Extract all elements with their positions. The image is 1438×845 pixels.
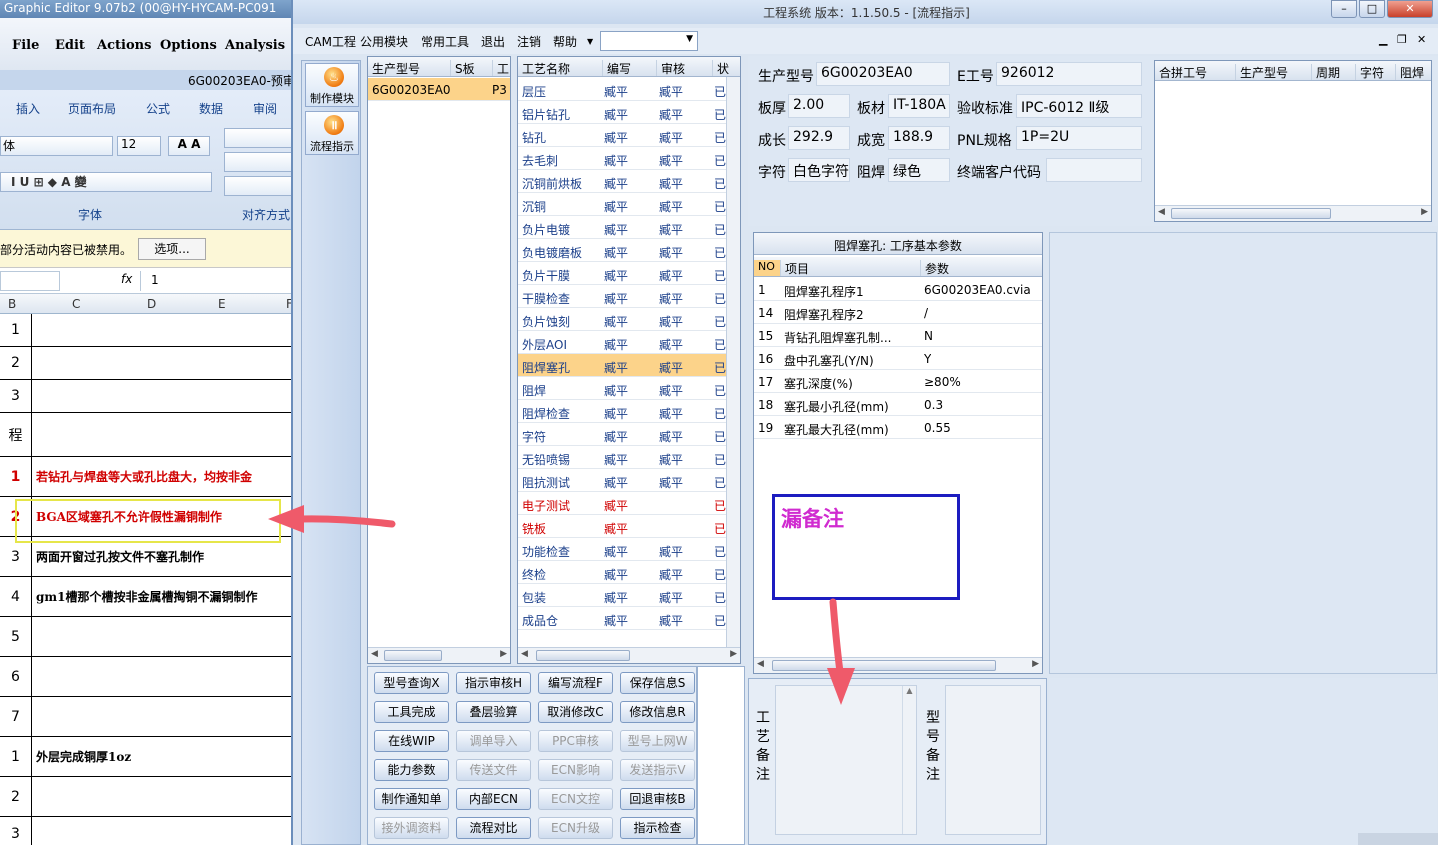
down-arrow-head xyxy=(827,668,855,705)
left-arrow-shaft xyxy=(296,515,396,528)
left-arrow-head xyxy=(268,505,304,533)
annotation-arrows xyxy=(268,505,855,705)
down-arrow-shaft xyxy=(829,598,844,676)
tray-area xyxy=(1358,833,1438,845)
